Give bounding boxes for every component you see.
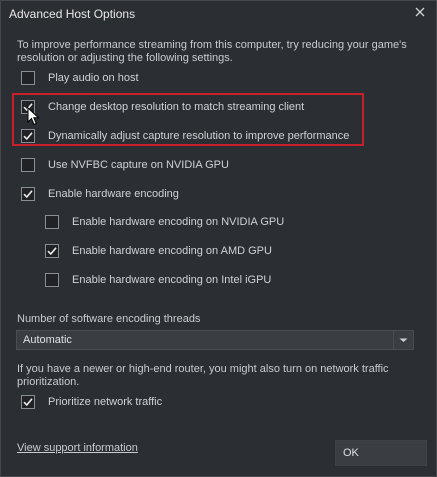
intro-text: To improve performance streaming from th…	[17, 39, 407, 64]
option-label: Use NVFBC capture on NVIDIA GPU	[48, 159, 229, 171]
highlight-box	[12, 93, 364, 146]
checkbox[interactable]	[45, 273, 59, 287]
checkmark-icon	[23, 190, 33, 199]
option-label: Enable hardware encoding	[48, 188, 179, 200]
checkbox[interactable]	[21, 187, 35, 201]
advanced-host-options-dialog: Advanced Host Options To improve perform…	[0, 0, 437, 477]
option-label: Enable hardware encoding on AMD GPU	[72, 245, 272, 257]
ok-button[interactable]: OK	[335, 440, 427, 466]
view-support-link[interactable]: View support information	[17, 442, 138, 454]
option-label: Play audio on host	[48, 72, 139, 84]
option-prioritize-network[interactable]: Prioritize network traffic	[21, 393, 162, 411]
option-label: Enable hardware encoding on NVIDIA GPU	[72, 216, 285, 228]
checkbox[interactable]	[21, 71, 35, 85]
checkmark-icon	[23, 398, 33, 407]
dialog-title: Advanced Host Options	[9, 7, 136, 21]
option-hardware-encoding[interactable]: Enable hardware encoding	[21, 185, 179, 203]
close-icon[interactable]	[412, 4, 428, 20]
encoding-threads-select[interactable]: Automatic	[16, 330, 414, 350]
encoding-threads-label: Number of software encoding threads	[17, 313, 201, 325]
mouse-cursor-icon	[27, 106, 41, 130]
ok-button-label: OK	[343, 447, 359, 459]
option-play-audio[interactable]: Play audio on host	[21, 69, 139, 87]
checkbox[interactable]	[45, 244, 59, 258]
chevron-down-icon[interactable]	[393, 331, 413, 349]
checkbox[interactable]	[45, 215, 59, 229]
option-nvfbc-capture[interactable]: Use NVFBC capture on NVIDIA GPU	[21, 156, 229, 174]
option-hw-encoding-amd[interactable]: Enable hardware encoding on AMD GPU	[45, 242, 272, 260]
option-hw-encoding-intel[interactable]: Enable hardware encoding on Intel iGPU	[45, 271, 271, 289]
option-label: Enable hardware encoding on Intel iGPU	[72, 274, 272, 286]
option-hw-encoding-nvidia[interactable]: Enable hardware encoding on NVIDIA GPU	[45, 213, 284, 231]
checkbox[interactable]	[21, 158, 35, 172]
router-note: If you have a newer or high-end router, …	[17, 363, 389, 388]
option-label: Prioritize network traffic	[48, 396, 163, 408]
checkmark-icon	[47, 247, 57, 256]
checkbox[interactable]	[21, 395, 35, 409]
select-value: Automatic	[23, 334, 72, 346]
